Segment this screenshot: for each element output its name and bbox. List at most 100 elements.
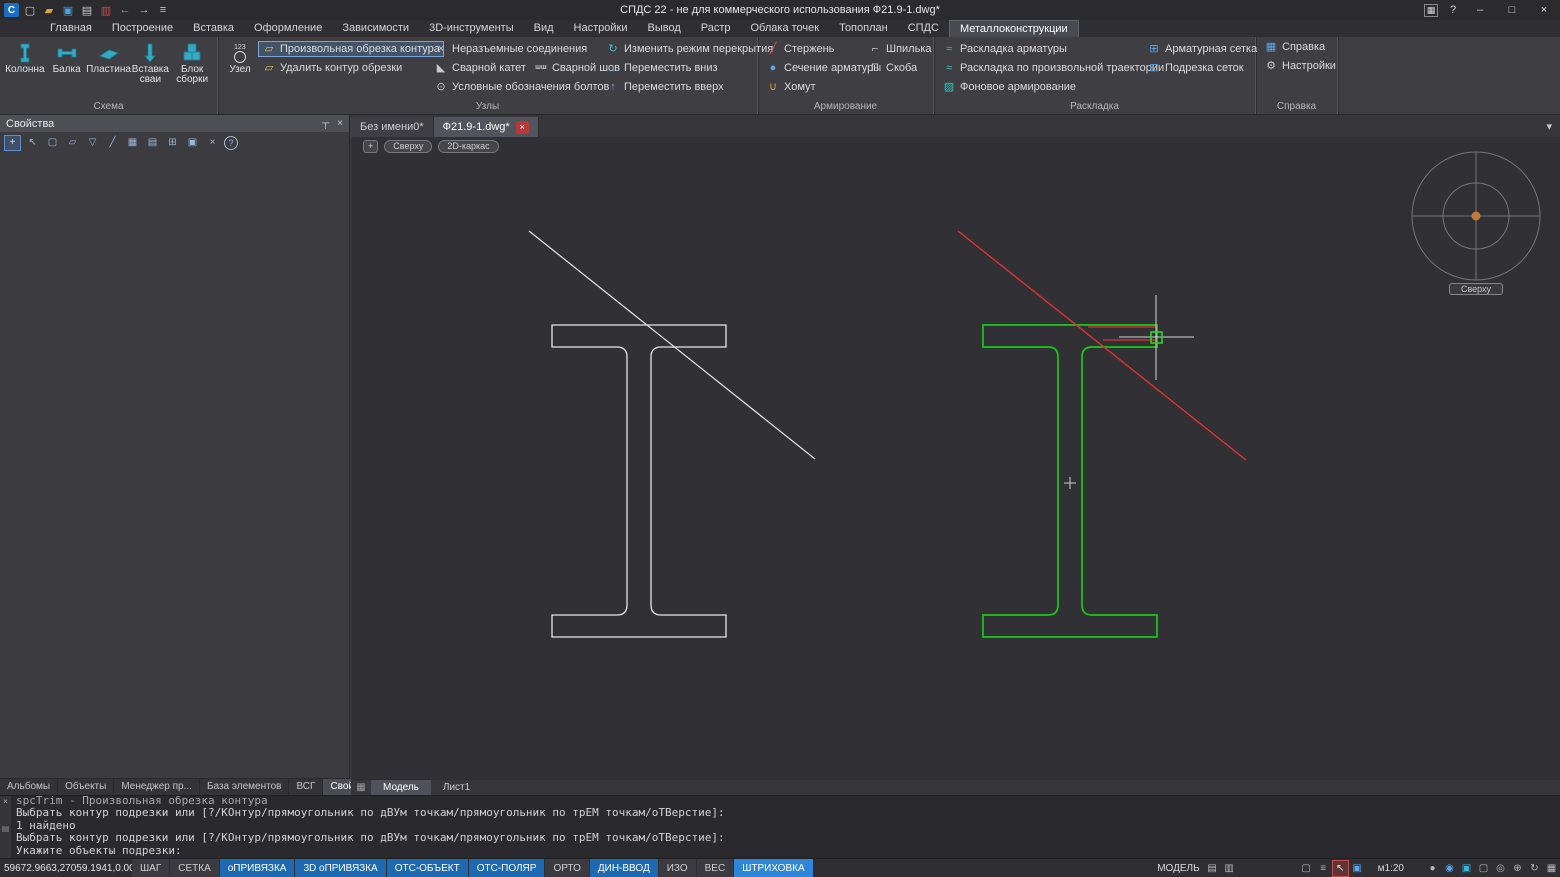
cutting-line-white[interactable] (529, 231, 815, 459)
maximize-button[interactable]: □ (1496, 0, 1528, 20)
compass-view-label[interactable]: Сверху (1449, 283, 1503, 295)
weld-fillet-item[interactable]: ◣ Сварной катет (430, 60, 530, 76)
model-space-icon[interactable]: ▤ (1204, 860, 1221, 877)
monitor-icon[interactable]: ▣ (1458, 860, 1475, 877)
world-ucs-icon[interactable]: ⊕ (1509, 860, 1526, 877)
visual-style-button[interactable]: 2D-каркас (438, 140, 498, 153)
rebar-layout-item[interactable]: ≈ Раскладка арматуры (938, 41, 1071, 57)
move-down-item[interactable]: ↓ Переместить вниз (602, 60, 722, 76)
toggle-object-tracking[interactable]: ОТС-ОБЪЕКТ (387, 859, 468, 877)
doc-tab-close-icon[interactable]: × (516, 121, 529, 134)
pin-icon[interactable]: ┬ (322, 118, 329, 129)
rebar-mesh-item[interactable]: ⊞ Арматурная сетка (1143, 41, 1261, 57)
overlap-mode-item[interactable]: ↻ Изменить режим перекрытия (602, 41, 777, 57)
tab-model[interactable]: Модель (371, 780, 431, 796)
tab-3d-instrumenty[interactable]: 3D-инструменты (419, 20, 524, 37)
tab-oformlenie[interactable]: Оформление (244, 20, 332, 37)
bolt-symbols-item[interactable]: ⊙ Условные обозначения болтов (430, 79, 613, 95)
toggle-iso[interactable]: ИЗО (659, 859, 696, 877)
tab-albomy[interactable]: Альбомы (0, 779, 58, 795)
pan-hand-icon[interactable]: ● (1424, 860, 1441, 877)
list-view-icon[interactable]: ▤ (144, 135, 161, 151)
toggle-3d-osnap[interactable]: 3D оПРИВЯЗКА (295, 859, 385, 877)
help-item[interactable]: ▦ Справка (1260, 39, 1329, 55)
snap-add-icon[interactable]: + (4, 135, 21, 151)
tab-nastroyki[interactable]: Настройки (564, 20, 638, 37)
grid-view-icon[interactable]: ▦ (124, 135, 141, 151)
rebar-rod-item[interactable]: ╱ Стержень (762, 41, 838, 57)
new-file-icon[interactable]: ▢ (22, 2, 38, 18)
tab-zavisimosti[interactable]: Зависимости (332, 20, 419, 37)
toggle-lineweight[interactable]: ВЕС (697, 859, 734, 877)
cutting-line-red[interactable] (958, 231, 1246, 460)
highlight-icon[interactable]: ▣ (184, 135, 201, 151)
minimize-button[interactable]: – (1464, 0, 1496, 20)
pile-insert-button[interactable]: Вставка сваи (130, 39, 172, 101)
help-button[interactable]: ? (1442, 0, 1464, 20)
viewport-lock-icon[interactable]: ▢ (1475, 860, 1492, 877)
layout-along-path-item[interactable]: ≈ Раскладка по произвольной траектории (938, 60, 1168, 76)
beam-button[interactable]: Балка (46, 39, 88, 101)
column-button[interactable]: Колонна (4, 39, 46, 101)
tab-topoplan[interactable]: Топоплан (829, 20, 898, 37)
open-file-icon[interactable]: ▰ (41, 2, 57, 18)
tab-vsg[interactable]: ВСГ (289, 779, 323, 795)
doc-tabs-dropdown-icon[interactable]: ▾ (1546, 120, 1560, 137)
quick-properties-icon[interactable]: ▣ (1349, 860, 1366, 877)
toggle-dynamic-input[interactable]: ДИН-ВВОД (590, 859, 658, 877)
panel-close-icon[interactable]: × (337, 118, 343, 129)
permanent-joints-item[interactable]: × Неразъемные соединения (430, 41, 591, 57)
undo-icon[interactable]: ← (117, 2, 133, 18)
toggle-snap-step[interactable]: ШАГ (132, 859, 169, 877)
tab-postroenie[interactable]: Построение (102, 20, 183, 37)
drawing-canvas[interactable]: + Сверху 2D-каркас Сверху (351, 137, 1560, 779)
properties-help-icon[interactable]: ? (224, 136, 238, 150)
tab-metallokonstrukcii[interactable]: Металлоконструкции (949, 20, 1079, 37)
assembly-block-button[interactable]: Блок сборки (171, 39, 213, 101)
tab-obekty[interactable]: Объекты (58, 779, 114, 795)
tab-baza-elementov[interactable]: База элементов (200, 779, 290, 795)
tab-vyvod[interactable]: Вывод (637, 20, 690, 37)
tab-glavnaya[interactable]: Главная (40, 20, 102, 37)
viewport-menu-button[interactable]: + (363, 140, 378, 153)
command-close-icon[interactable]: × (3, 797, 8, 806)
tab-sheet1[interactable]: Лист1 (431, 780, 482, 796)
tab-oblaka-tochek[interactable]: Облака точек (741, 20, 830, 37)
point-locate-icon[interactable]: ◉ (1441, 860, 1458, 877)
delete-trim-contour-item[interactable]: ▱ Удалить контур обрезки (258, 60, 406, 76)
stirrup-item[interactable]: ∪ Хомут (762, 79, 820, 95)
redo-icon[interactable]: → (136, 2, 152, 18)
tab-manager[interactable]: Менеджер пр... (114, 779, 200, 795)
plot-icon[interactable]: ▥ (98, 2, 114, 18)
doc-tab-current[interactable]: Ф21.9-1.dwg* × (434, 117, 539, 137)
clear-selection-icon[interactable]: × (204, 135, 221, 151)
command-keyboard-icon[interactable]: ▤ (2, 824, 10, 833)
customize-menu-icon[interactable]: ≡ (155, 2, 171, 18)
move-up-item[interactable]: ↑ Переместить вверх (602, 79, 728, 95)
tab-rastr[interactable]: Растр (691, 20, 741, 37)
tab-vid[interactable]: Вид (524, 20, 564, 37)
orbit-icon[interactable]: ◎ (1492, 860, 1509, 877)
ibeam-contour-white[interactable] (552, 325, 726, 637)
poly-select-icon[interactable]: ▱ (64, 135, 81, 151)
toggle-hatch[interactable]: ШТРИХОВКА (734, 859, 812, 877)
tab-vstavka[interactable]: Вставка (183, 20, 244, 37)
node-button[interactable]: 123 Узел (222, 39, 258, 101)
close-button[interactable]: × (1528, 0, 1560, 20)
keyboard-icon[interactable]: ▦ (1420, 0, 1442, 20)
layout-grid-icon[interactable]: ▦ (351, 782, 371, 793)
grid-display-icon[interactable]: ▦ (1543, 860, 1560, 877)
toggle-ortho[interactable]: ОРТО (545, 859, 588, 877)
app-logo[interactable]: С (4, 3, 19, 17)
save-icon[interactable]: ▣ (60, 2, 76, 18)
filter-icon[interactable]: ▽ (84, 135, 101, 151)
background-reinforcement-item[interactable]: ▨ Фоновое армирование (938, 79, 1080, 95)
settings-item[interactable]: ⚙ Настройки (1260, 58, 1340, 74)
refresh-icon[interactable]: ↻ (1526, 860, 1543, 877)
lineweight-display-icon[interactable]: ≡ (1315, 860, 1332, 877)
selection-cursor-icon[interactable]: ↖ (1332, 860, 1349, 877)
staple-item[interactable]: П Скоба (864, 60, 921, 76)
draw-order-icon[interactable]: ╱ (104, 135, 121, 151)
mesh-trim-item[interactable]: ⊟ Подрезка сеток (1143, 60, 1248, 76)
annotation-scale[interactable]: м1:20 (1374, 863, 1408, 874)
